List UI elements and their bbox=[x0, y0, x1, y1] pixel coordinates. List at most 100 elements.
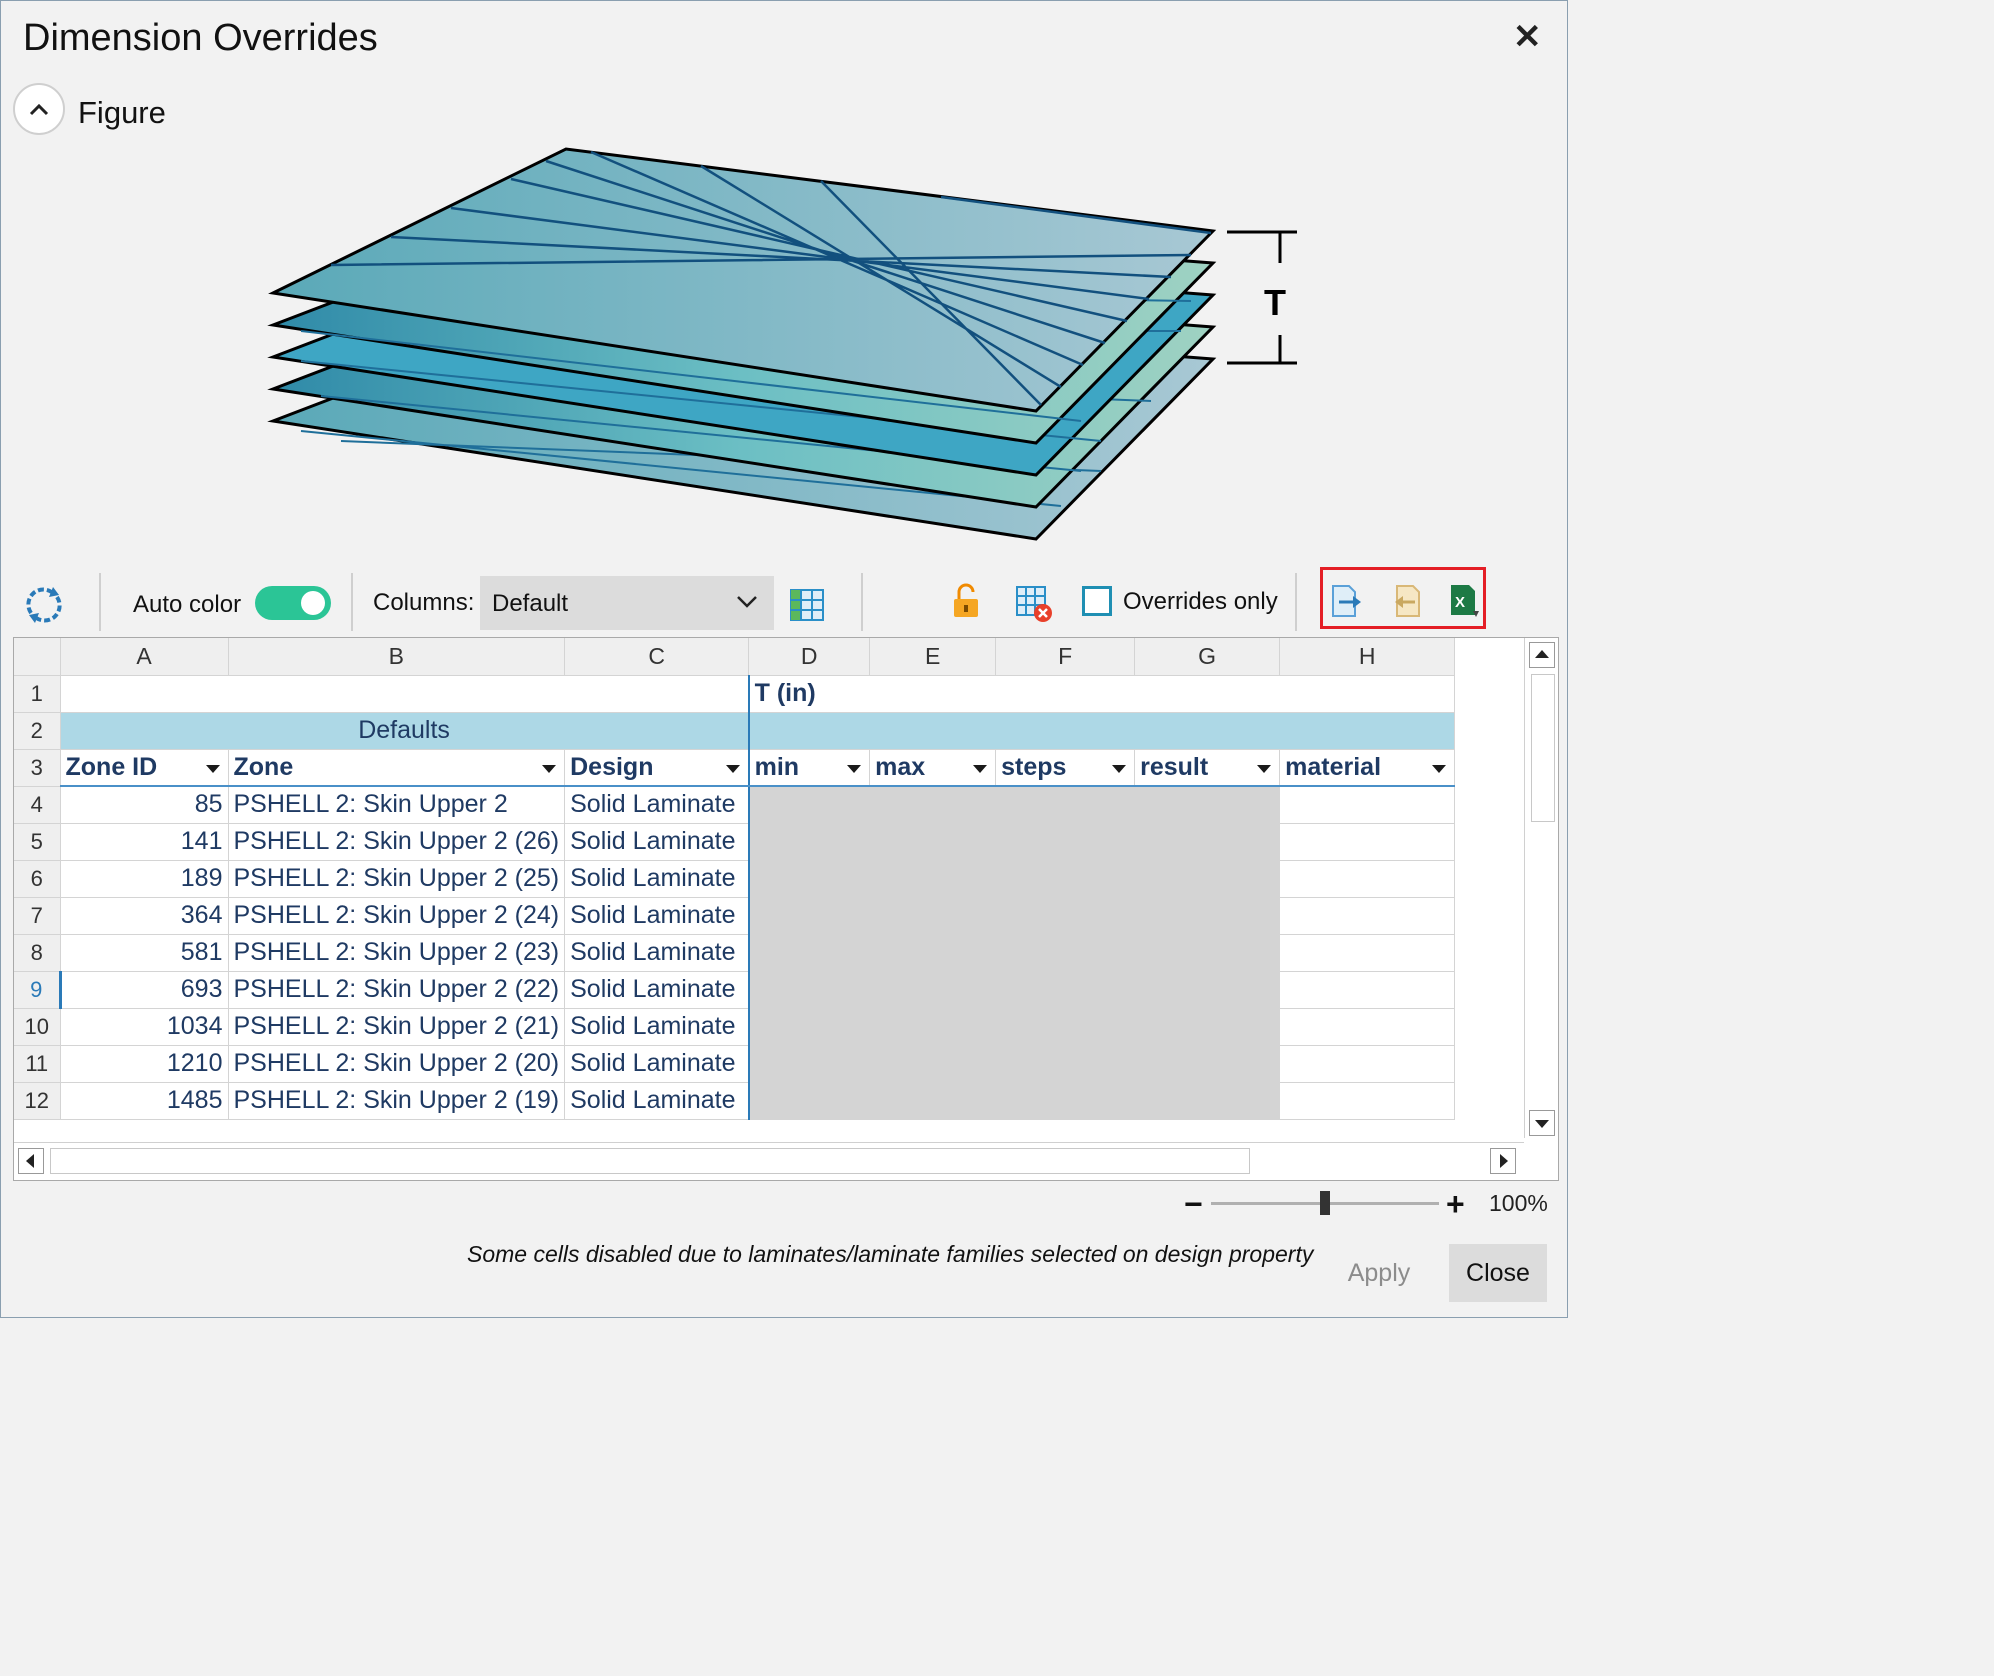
max-cell-disabled[interactable] bbox=[869, 934, 997, 972]
zone-id-cell[interactable]: 364 bbox=[60, 897, 229, 935]
min-cell-disabled[interactable] bbox=[747, 1082, 871, 1120]
column-letter[interactable]: E bbox=[869, 638, 997, 676]
steps-cell-disabled[interactable] bbox=[995, 786, 1136, 824]
row-number[interactable]: 8 bbox=[14, 934, 61, 972]
result-header[interactable]: result bbox=[1134, 749, 1281, 787]
min-cell-disabled[interactable] bbox=[747, 823, 871, 861]
vertical-scrollbar[interactable] bbox=[1524, 638, 1558, 1138]
row-number[interactable]: 7 bbox=[14, 897, 61, 935]
max-cell-disabled[interactable] bbox=[869, 823, 997, 861]
result-cell-disabled[interactable] bbox=[1134, 786, 1281, 824]
min-cell-disabled[interactable] bbox=[747, 1045, 871, 1083]
scroll-right-button[interactable] bbox=[1490, 1148, 1516, 1174]
column-letter[interactable]: A bbox=[60, 638, 229, 676]
zoom-in-button[interactable]: + bbox=[1446, 1186, 1465, 1223]
row-number[interactable]: 10 bbox=[14, 1008, 61, 1046]
steps-cell-disabled[interactable] bbox=[995, 1082, 1136, 1120]
result-cell-disabled[interactable] bbox=[1134, 897, 1281, 935]
column-letter[interactable]: B bbox=[228, 638, 566, 676]
design-header[interactable]: Design bbox=[564, 749, 750, 787]
t-in-group-header[interactable]: T (in) bbox=[747, 675, 1456, 713]
result-cell-disabled[interactable] bbox=[1134, 823, 1281, 861]
material-header[interactable]: material bbox=[1279, 749, 1456, 787]
row-number[interactable]: 6 bbox=[14, 860, 61, 898]
max-cell-disabled[interactable] bbox=[869, 897, 997, 935]
overrides-only-checkbox[interactable] bbox=[1082, 586, 1112, 616]
import-icon[interactable] bbox=[1391, 584, 1423, 623]
min-cell-disabled[interactable] bbox=[747, 934, 871, 972]
design-cell[interactable]: Solid Laminate bbox=[564, 971, 750, 1009]
zone-cell[interactable]: PSHELL 2: Skin Upper 2 (19) bbox=[228, 1082, 566, 1120]
min-cell-disabled[interactable] bbox=[747, 860, 871, 898]
steps-cell-disabled[interactable] bbox=[995, 823, 1136, 861]
refresh-icon[interactable] bbox=[23, 585, 65, 630]
row-number[interactable]: 5 bbox=[14, 823, 61, 861]
filter-dropdown-icon[interactable] bbox=[1257, 764, 1272, 773]
row-number[interactable]: 12 bbox=[14, 1082, 61, 1120]
corner-cell[interactable] bbox=[14, 638, 61, 676]
max-cell-disabled[interactable] bbox=[869, 786, 997, 824]
zoom-slider-thumb[interactable] bbox=[1320, 1191, 1330, 1215]
horizontal-scrollbar[interactable] bbox=[14, 1142, 1524, 1179]
min-cell-disabled[interactable] bbox=[747, 971, 871, 1009]
zone-id-cell[interactable]: 189 bbox=[60, 860, 229, 898]
apply-button[interactable]: Apply bbox=[1329, 1244, 1429, 1302]
filter-dropdown-icon[interactable] bbox=[973, 764, 988, 773]
scroll-up-button[interactable] bbox=[1529, 642, 1555, 668]
columns-select[interactable]: Default bbox=[480, 576, 774, 630]
cell[interactable] bbox=[60, 675, 750, 713]
close-icon[interactable]: ✕ bbox=[1513, 19, 1542, 55]
material-cell[interactable] bbox=[1279, 1008, 1456, 1046]
max-header[interactable]: max bbox=[869, 749, 997, 787]
min-cell-disabled[interactable] bbox=[747, 786, 871, 824]
vertical-scroll-thumb[interactable] bbox=[1531, 674, 1555, 822]
defaults-label[interactable]: Defaults bbox=[60, 712, 750, 750]
result-cell-disabled[interactable] bbox=[1134, 1008, 1281, 1046]
steps-cell-disabled[interactable] bbox=[995, 1008, 1136, 1046]
excel-icon[interactable]: X bbox=[1449, 583, 1481, 624]
zone-cell[interactable]: PSHELL 2: Skin Upper 2 (25) bbox=[228, 860, 566, 898]
column-letter[interactable]: H bbox=[1279, 638, 1456, 676]
defaults-values[interactable] bbox=[747, 712, 1456, 750]
design-cell[interactable]: Solid Laminate bbox=[564, 1082, 750, 1120]
material-cell[interactable] bbox=[1279, 823, 1456, 861]
material-cell[interactable] bbox=[1279, 786, 1456, 824]
design-cell[interactable]: Solid Laminate bbox=[564, 1008, 750, 1046]
zone-cell[interactable]: PSHELL 2: Skin Upper 2 (26) bbox=[228, 823, 566, 861]
design-cell[interactable]: Solid Laminate bbox=[564, 823, 750, 861]
zone-cell[interactable]: PSHELL 2: Skin Upper 2 (21) bbox=[228, 1008, 566, 1046]
material-cell[interactable] bbox=[1279, 860, 1456, 898]
material-cell[interactable] bbox=[1279, 934, 1456, 972]
result-cell-disabled[interactable] bbox=[1134, 1082, 1281, 1120]
steps-cell-disabled[interactable] bbox=[995, 934, 1136, 972]
steps-cell-disabled[interactable] bbox=[995, 860, 1136, 898]
min-cell-disabled[interactable] bbox=[747, 897, 871, 935]
zone-id-cell[interactable]: 1034 bbox=[60, 1008, 229, 1046]
max-cell-disabled[interactable] bbox=[869, 1045, 997, 1083]
max-cell-disabled[interactable] bbox=[869, 1008, 997, 1046]
zone-id-cell[interactable]: 1485 bbox=[60, 1082, 229, 1120]
row-number[interactable]: 11 bbox=[14, 1045, 61, 1083]
close-button[interactable]: Close bbox=[1449, 1244, 1547, 1302]
max-cell-disabled[interactable] bbox=[869, 971, 997, 1009]
design-cell[interactable]: Solid Laminate bbox=[564, 1045, 750, 1083]
steps-header[interactable]: steps bbox=[995, 749, 1136, 787]
zone-cell[interactable]: PSHELL 2: Skin Upper 2 (24) bbox=[228, 897, 566, 935]
row-number[interactable]: 2 bbox=[14, 712, 61, 750]
steps-cell-disabled[interactable] bbox=[995, 1045, 1136, 1083]
filter-dropdown-icon[interactable] bbox=[205, 764, 220, 773]
scroll-left-button[interactable] bbox=[18, 1148, 44, 1174]
steps-cell-disabled[interactable] bbox=[995, 897, 1136, 935]
material-cell[interactable] bbox=[1279, 897, 1456, 935]
zone-id-cell[interactable]: 1210 bbox=[60, 1045, 229, 1083]
filter-dropdown-icon[interactable] bbox=[1112, 764, 1127, 773]
max-cell-disabled[interactable] bbox=[869, 1082, 997, 1120]
zone-id-cell[interactable]: 141 bbox=[60, 823, 229, 861]
row-number[interactable]: 9 bbox=[14, 971, 62, 1009]
zone-cell[interactable]: PSHELL 2: Skin Upper 2 (22) bbox=[228, 971, 566, 1009]
material-cell[interactable] bbox=[1279, 971, 1456, 1009]
zone-id-cell[interactable]: 693 bbox=[60, 971, 229, 1009]
export-icon[interactable] bbox=[1331, 584, 1363, 623]
max-cell-disabled[interactable] bbox=[869, 860, 997, 898]
result-cell-disabled[interactable] bbox=[1134, 860, 1281, 898]
